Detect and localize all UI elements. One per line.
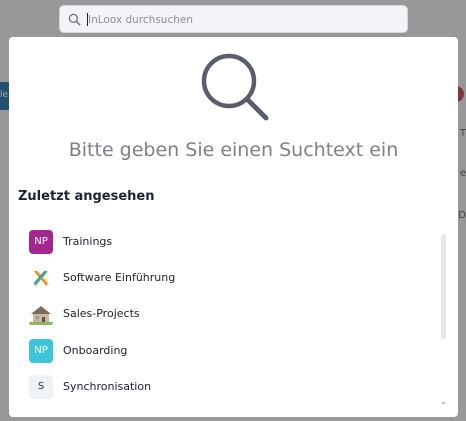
recent-item-label: Sales-Projects bbox=[63, 307, 140, 320]
letter-badge: S bbox=[29, 375, 53, 399]
recent-item-label: Software Einführung bbox=[63, 271, 176, 284]
scrollbar-thumb[interactable] bbox=[441, 234, 446, 339]
recent-item-sales-projects[interactable]: Sales-Projects bbox=[29, 302, 429, 328]
empty-search-prompt: Bitte geben Sie einen Suchtext ein bbox=[68, 139, 399, 161]
text-caret bbox=[87, 13, 88, 26]
recent-item-label: Trainings bbox=[63, 235, 113, 248]
recent-item-onboarding[interactable]: NP Onboarding bbox=[29, 339, 429, 365]
scroll-down-icon[interactable] bbox=[441, 401, 446, 406]
np-badge: NP bbox=[29, 230, 53, 254]
recent-item-label: Synchronisation bbox=[63, 380, 152, 393]
recent-item-label: Onboarding bbox=[63, 344, 128, 357]
search-icon bbox=[68, 13, 81, 26]
house-icon bbox=[29, 306, 53, 325]
search-results-panel: Bitte geben Sie einen Suchtext ein Zulet… bbox=[9, 37, 458, 417]
search-input[interactable] bbox=[86, 10, 400, 30]
recent-section-title: Zuletzt angesehen bbox=[18, 189, 155, 204]
recent-item-trainings[interactable]: NP Trainings bbox=[29, 230, 429, 256]
np-badge: NP bbox=[29, 339, 53, 363]
search-bar[interactable] bbox=[59, 5, 408, 33]
cross-colored-icon bbox=[33, 270, 49, 286]
magnifier-icon bbox=[201, 53, 269, 121]
recent-item-synchronisation[interactable]: S Synchronisation bbox=[29, 375, 429, 401]
recent-item-software-einfuehrung[interactable]: Software Einführung bbox=[29, 266, 429, 292]
